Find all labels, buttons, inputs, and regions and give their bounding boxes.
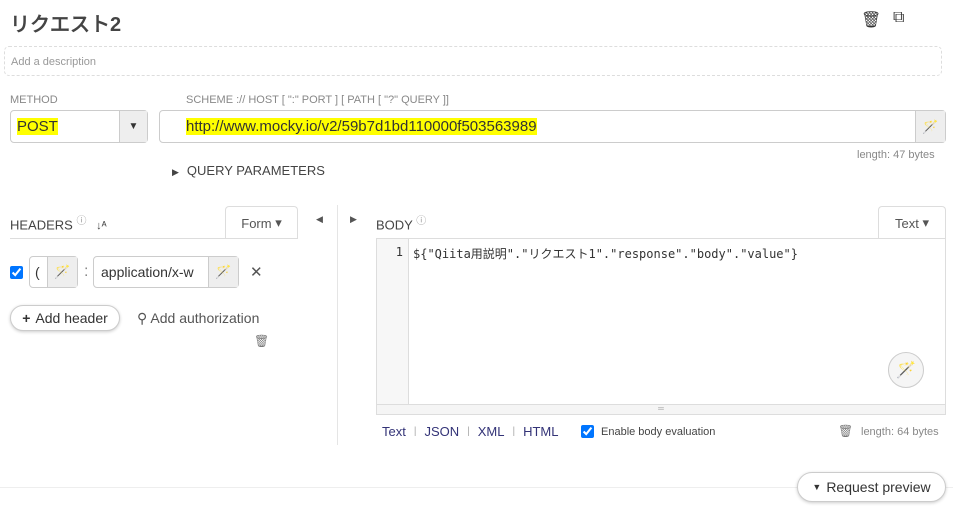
body-format-links: Text | JSON | XML | HTML <box>382 424 559 439</box>
body-editor[interactable]: 1 ${"Qiita用説明"."リクエスト1"."response"."body… <box>376 238 946 415</box>
query-parameters-label: QUERY PARAMETERS <box>186 163 325 178</box>
trash-icon[interactable]: 🗑 <box>254 334 269 348</box>
magic-wand-icon[interactable]: 🪄 <box>915 111 945 142</box>
header-enabled-checkbox[interactable] <box>10 266 23 279</box>
divider <box>337 205 338 445</box>
url-label: SCHEME :// HOST [ ":" PORT ] [ PATH [ "?… <box>186 94 449 106</box>
magic-wand-button[interactable]: 🪄 <box>888 352 924 388</box>
sort-icon[interactable]: ↓ᴬ <box>96 220 106 232</box>
magic-wand-icon[interactable]: 🪄 <box>47 257 77 287</box>
headers-label: HEADERS ⓘ ↓ᴬ <box>10 216 107 233</box>
add-header-button[interactable]: + Add header <box>10 305 120 331</box>
enable-body-evaluation-checkbox[interactable] <box>581 425 594 438</box>
add-authorization-link[interactable]: ⚲ Add authorization <box>137 310 259 327</box>
header-name-input[interactable]: ( 🪄 <box>29 256 78 288</box>
resize-handle[interactable]: ═ <box>377 404 945 414</box>
headers-mode-dropdown[interactable]: Form ▾ <box>225 206 298 239</box>
remove-header-icon[interactable]: ✕ <box>250 263 263 281</box>
query-parameters-toggle[interactable]: ▶ QUERY PARAMETERS <box>172 163 325 178</box>
url-length: length: 47 bytes <box>857 149 935 161</box>
collapse-left-icon[interactable]: ◀ <box>316 214 323 225</box>
body-label: BODY ⓘ <box>376 216 427 233</box>
url-value: http://www.mocky.io/v2/59b7d1bd110000f50… <box>186 118 537 135</box>
trash-icon[interactable]: 🗑 <box>838 424 853 438</box>
trash-icon[interactable]: 🗑 <box>861 10 881 30</box>
method-label: METHOD <box>10 94 58 106</box>
body-mode-dropdown[interactable]: Text ▾ <box>878 206 946 239</box>
colon-separator: : <box>84 263 89 280</box>
help-icon: ⓘ <box>76 216 87 227</box>
request-preview-button[interactable]: ▼ Request preview <box>797 472 946 502</box>
chevron-down-icon[interactable]: ▼ <box>119 111 147 142</box>
line-number: 1 <box>377 239 409 404</box>
body-content[interactable]: ${"Qiita用説明"."リクエスト1"."response"."body".… <box>413 245 798 262</box>
body-length: length: 64 bytes <box>861 426 939 438</box>
format-xml[interactable]: XML <box>478 424 505 439</box>
method-select[interactable]: POST ▼ <box>10 110 148 143</box>
copy-icon[interactable]: ⧉ <box>893 9 904 27</box>
key-icon: ⚲ <box>137 310 148 326</box>
caret-right-icon: ▶ <box>172 167 179 177</box>
help-icon: ⓘ <box>416 216 427 227</box>
collapse-right-icon[interactable]: ▶ <box>350 214 357 225</box>
request-title[interactable]: リクエスト2 <box>10 8 121 37</box>
format-json[interactable]: JSON <box>424 424 459 439</box>
magic-wand-icon[interactable]: 🪄 <box>208 257 238 287</box>
url-input[interactable]: http://www.mocky.io/v2/59b7d1bd110000f50… <box>159 110 946 143</box>
header-value-input[interactable]: application/x-w 🪄 <box>93 256 239 288</box>
description-input[interactable]: Add a description <box>4 46 942 76</box>
enable-body-evaluation-label: Enable body evaluation <box>601 426 716 438</box>
format-text[interactable]: Text <box>382 424 406 439</box>
method-value: POST <box>17 118 58 135</box>
format-html[interactable]: HTML <box>523 424 558 439</box>
caret-down-icon: ▼ <box>812 482 822 492</box>
